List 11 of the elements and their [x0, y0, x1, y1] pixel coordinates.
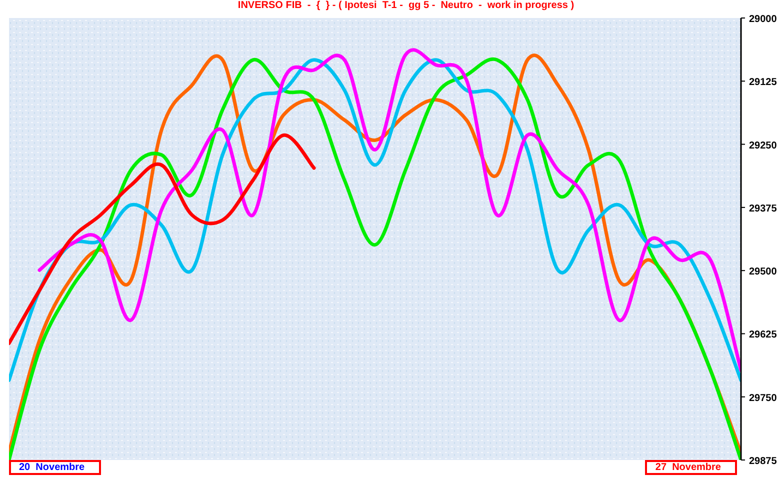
axis-tick-label: 29375	[749, 203, 777, 214]
date-label: 27 Novembre	[645, 460, 737, 475]
axis-tick-label: 29625	[749, 330, 777, 341]
axis-tick-label: 29750	[749, 392, 777, 404]
chart-title: INVERSO FIB - { } - ( Ipotesi T-1 - gg 5 - Neutro - work in progress )	[238, 0, 574, 12]
axis-tick-label: 29000	[749, 14, 777, 25]
axis-tick-label: 29875	[749, 456, 777, 467]
axis-tick-label: 29250	[749, 140, 777, 152]
date-label: 20 Novembre	[9, 460, 101, 475]
axis-tick-label: 29125	[749, 77, 777, 88]
axis-tick-label: 29500	[749, 266, 777, 278]
